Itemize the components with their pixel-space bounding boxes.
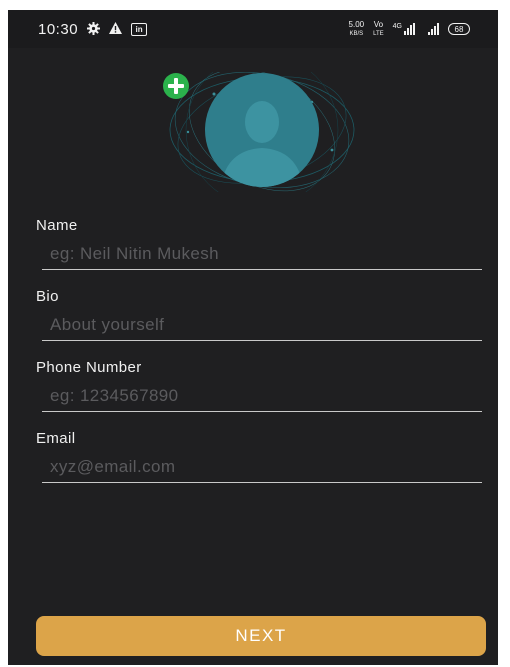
email-input[interactable] [42,453,482,483]
email-field: Email [36,429,482,483]
name-label: Name [36,217,78,234]
bio-input[interactable] [42,311,482,341]
user-silhouette-icon [205,73,319,187]
network-speed: 5.00 KB/S [348,19,365,38]
email-label: Email [36,430,76,447]
linkedin-icon: in [131,22,148,36]
battery-icon: 68 [448,23,470,35]
network-speed-value: 5.00 [348,19,365,29]
signal-bars-icon [404,23,415,35]
bio-label: Bio [36,288,59,305]
volte-indicator: Vo LTE [373,19,384,38]
bio-field: Bio [36,287,482,341]
profile-photo-picker[interactable] [162,72,362,192]
signal-bars-icon-2 [428,23,439,35]
app-screen: 10:30 in 5.00 KB/S Vo LTE 4G 68 Name eg:… [8,10,498,665]
name-field: Name [36,216,482,270]
warning-icon [109,22,123,36]
status-bar: 10:30 in 5.00 KB/S Vo LTE 4G 68 [8,10,498,48]
volte-bottom: LTE [373,30,384,37]
network-speed-unit: KB/S [349,30,364,37]
volte-top: Vo [373,19,384,29]
network-type: 4G [392,23,402,30]
signal-4g-icon: 4G [393,23,415,35]
settings-icon [87,21,101,37]
name-input[interactable] [42,240,482,270]
phone-input[interactable] [42,382,482,412]
plus-icon[interactable] [162,72,190,100]
phone-field: Phone Number [36,358,482,412]
status-time: 10:30 [38,20,79,38]
phone-label: Phone Number [36,359,142,376]
status-bar-left: 10:30 in [38,20,148,38]
status-bar-right: 5.00 KB/S Vo LTE 4G 68 [348,19,470,38]
next-button[interactable]: NEXT [36,616,486,656]
